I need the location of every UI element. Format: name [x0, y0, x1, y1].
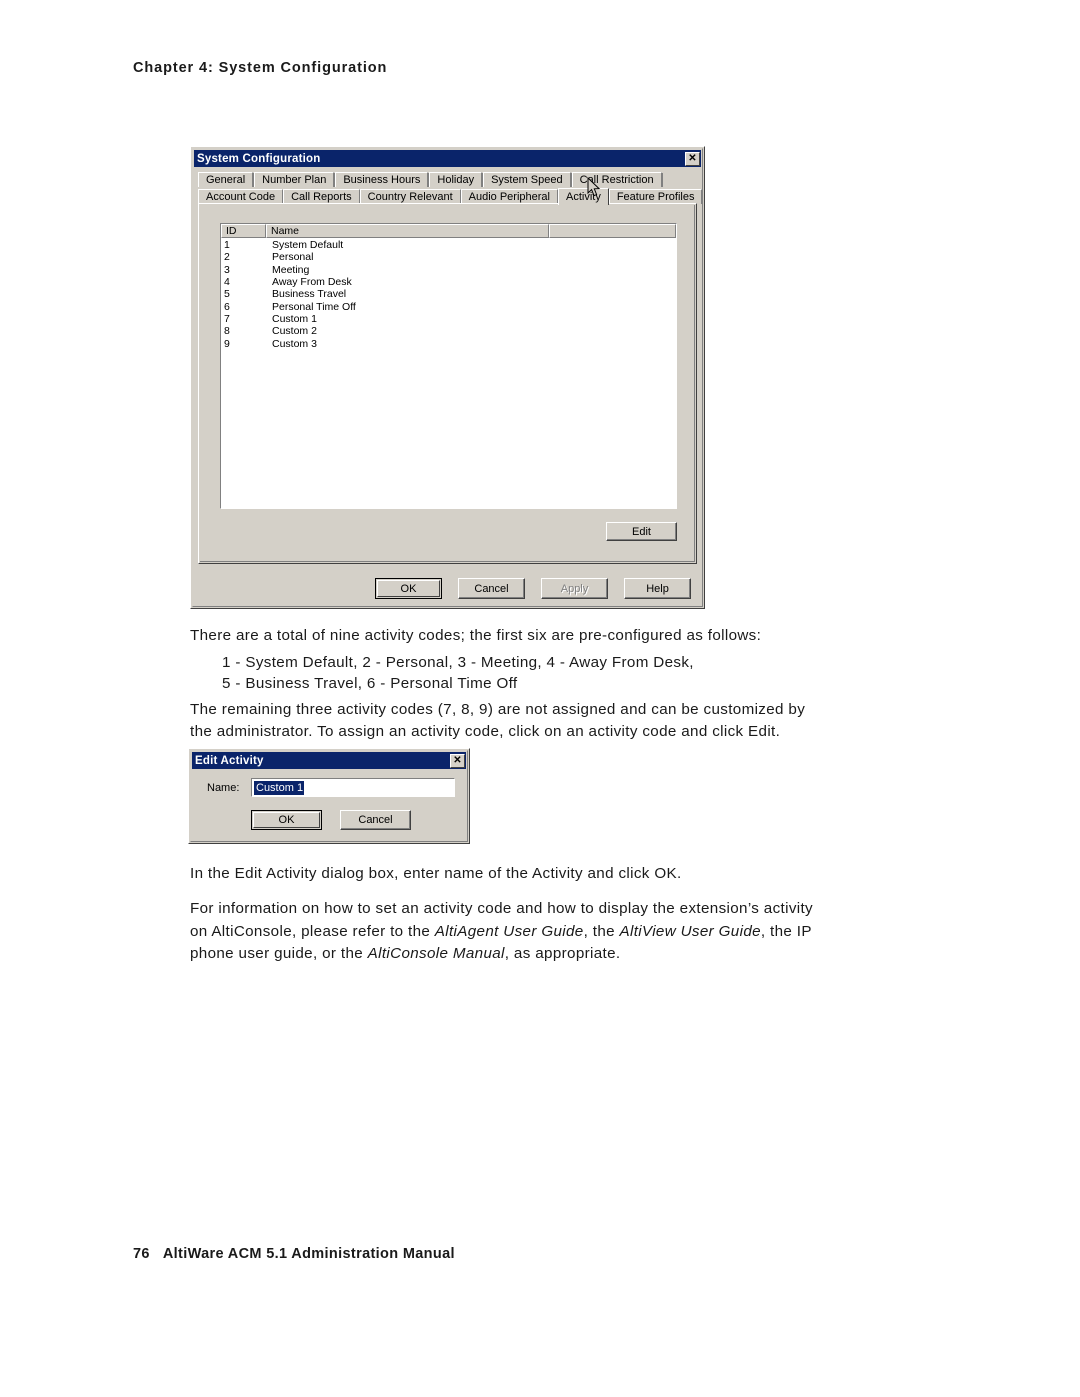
edit-button[interactable]: Edit: [606, 522, 677, 541]
close-icon[interactable]: ✕: [450, 753, 465, 768]
help-button[interactable]: Help: [624, 578, 691, 599]
tab-page-activity: ID Name 1 System Default 2 Personal 3 Meeting…: [198, 203, 697, 564]
name-label: Name:: [207, 782, 240, 794]
activity-name-cell: Custom 1: [272, 312, 317, 325]
apply-button: Apply: [541, 578, 608, 599]
activity-name-cell: Meeting: [272, 263, 310, 276]
table-row[interactable]: 4 Away From Desk: [221, 276, 676, 288]
table-row[interactable]: 3 Meeting: [221, 264, 676, 276]
paragraph-remaining-codes-line-2: the administrator. To assign an activity…: [190, 723, 781, 740]
altiagent-user-guide: AltiAgent User Guide: [434, 922, 584, 940]
activity-name-cell: Business Travel: [272, 288, 347, 301]
tab-account-code[interactable]: Account Code: [198, 189, 284, 204]
paragraph-edit-activity-instruction: In the Edit Activity dialog box, enter n…: [190, 865, 682, 882]
activity-id-cell: 2: [224, 251, 230, 264]
more-info-line-3-b: , as appropriate.: [504, 945, 621, 962]
paragraph-remaining-codes-line-1: The remaining three activity codes (7, 8…: [190, 701, 806, 718]
table-row[interactable]: 2 Personal: [221, 251, 676, 263]
tab-general[interactable]: General: [198, 172, 254, 187]
table-row[interactable]: 1 System Default: [221, 239, 676, 251]
edit-activity-ok-button[interactable]: OK: [251, 810, 322, 830]
cancel-button[interactable]: Cancel: [458, 578, 525, 599]
tab-business-hours[interactable]: Business Hours: [335, 172, 429, 187]
ok-button[interactable]: OK: [375, 578, 442, 599]
tab-country-relevant[interactable]: Country Relevant: [359, 189, 461, 204]
tab-separator: [661, 173, 663, 187]
paragraph-intro: There are a total of nine activity codes…: [190, 627, 762, 644]
close-icon[interactable]: ✕: [685, 151, 700, 166]
footer-title: AltiWare ACM 5.1 Administration Manual: [162, 1246, 455, 1262]
activity-id-cell: 9: [224, 337, 230, 350]
activity-name-cell: Custom 3: [272, 337, 317, 350]
activity-id-cell: 7: [224, 312, 230, 325]
activity-id-cell: 5: [224, 288, 230, 301]
altiview-user-guide: AltiView User Guide: [619, 922, 761, 940]
activity-name-cell: Personal: [272, 251, 314, 264]
page-header: Chapter 4: System Configuration: [133, 60, 388, 76]
more-info-line-2-c: , the IP: [760, 922, 812, 940]
default-button-bevel: [253, 812, 320, 828]
activity-id-cell: 3: [224, 263, 230, 276]
activity-list[interactable]: ID Name 1 System Default 2 Personal 3 Meeting…: [220, 223, 677, 509]
table-row[interactable]: 5 Business Travel: [221, 288, 676, 300]
table-row[interactable]: 6 Personal Time Off: [221, 300, 676, 313]
edit-activity-buttons: OK Cancel: [251, 810, 411, 830]
activity-list-header: ID Name: [221, 224, 676, 238]
more-info-line-1: For information on how to set an activit…: [190, 900, 814, 917]
table-row[interactable]: 8 Custom 2: [221, 325, 676, 337]
activity-id-cell: 8: [224, 325, 230, 338]
tab-row-1: General Number Plan Business Hours Holid…: [198, 171, 697, 187]
activity-name-cell: System Default: [272, 239, 344, 252]
tab-call-restriction[interactable]: Call Restriction: [571, 172, 662, 187]
activity-code-line-2: 5 - Business Travel, 6 - Personal Time O…: [222, 675, 518, 692]
table-row[interactable]: 7 Custom 1: [221, 313, 676, 325]
activity-id-cell: 6: [224, 300, 230, 313]
window-title: System Configuration: [197, 152, 321, 165]
default-button-bevel: [377, 580, 440, 597]
more-info-line-2-b: , the: [583, 922, 620, 940]
activity-id-cell: 4: [224, 276, 230, 289]
table-row[interactable]: 9 Custom 3: [221, 337, 676, 350]
page-footer: 76 AltiWare ACM 5.1 Administration Manual: [133, 1246, 455, 1262]
column-header-name[interactable]: Name: [266, 224, 549, 238]
tab-system-speed[interactable]: System Speed: [483, 172, 571, 187]
tab-number-plan[interactable]: Number Plan: [254, 172, 335, 187]
activity-name-cell: Personal Time Off: [272, 300, 356, 313]
edit-activity-window: Edit Activity ✕ Name: Custom 1 OK Cancel: [188, 748, 470, 844]
system-configuration-window: System Configuration ✕ General Number Pl…: [190, 146, 705, 609]
activity-id-cell: 1: [224, 239, 230, 252]
paragraph-more-info: For information on how to set an activit…: [190, 898, 905, 966]
titlebar: Edit Activity ✕: [192, 752, 466, 769]
tab-activity[interactable]: Activity: [557, 188, 609, 205]
name-input[interactable]: Custom 1: [251, 778, 455, 797]
tab-row-2: Account Code Call Reports Country Releva…: [198, 188, 703, 205]
tab-call-reports[interactable]: Call Reports: [283, 189, 360, 204]
dialog-footer-buttons: OK Cancel Apply Help: [191, 578, 695, 599]
activity-list-body: 1 System Default 2 Personal 3 Meeting 4 Away Fr…: [221, 238, 676, 350]
more-info-line-3-a: phone user guide, or the: [190, 945, 368, 962]
more-info-line-2-a: on AltiConsole, please refer to the: [190, 922, 435, 940]
activity-name-cell: Away From Desk: [272, 276, 352, 289]
name-input-value: Custom 1: [254, 780, 305, 795]
edit-activity-cancel-button[interactable]: Cancel: [340, 810, 411, 830]
page-number: 76: [133, 1246, 150, 1262]
tab-holiday[interactable]: Holiday: [429, 172, 483, 187]
window-title: Edit Activity: [195, 754, 264, 767]
titlebar: System Configuration ✕: [194, 150, 701, 167]
activity-code-line-1: 1 - System Default, 2 - Personal, 3 - Me…: [222, 654, 694, 671]
alticonsole-manual: AltiConsole Manual: [367, 945, 505, 962]
activity-name-cell: Custom 2: [272, 325, 317, 338]
tab-strip: General Number Plan Business Hours Holid…: [198, 171, 703, 205]
tab-feature-profiles[interactable]: Feature Profiles: [608, 189, 703, 204]
column-header-id[interactable]: ID: [221, 224, 266, 238]
tab-audio-peripheral[interactable]: Audio Peripheral: [460, 189, 558, 204]
column-header-blank[interactable]: [549, 224, 676, 238]
